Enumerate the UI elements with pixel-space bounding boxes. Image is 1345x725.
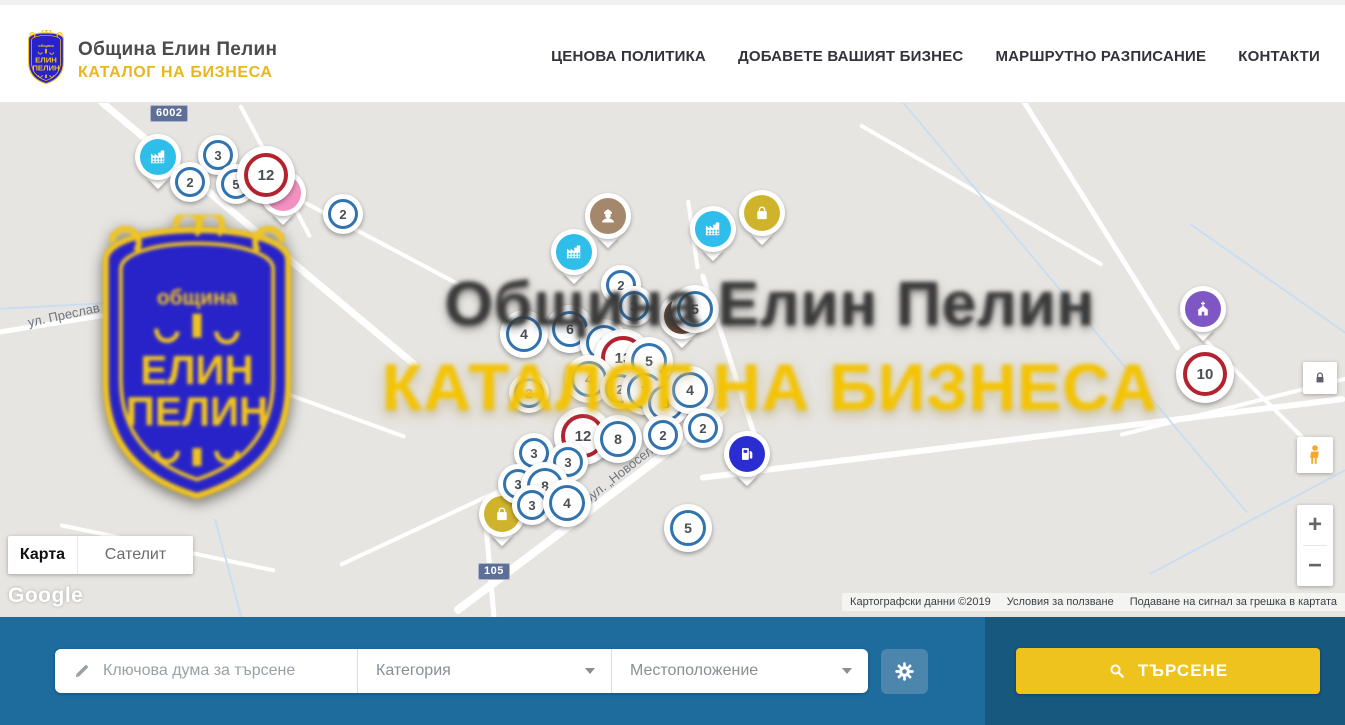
map-attribution: Картографски данни ©2019 Условия за ползв… xyxy=(842,593,1345,611)
church-icon xyxy=(1185,291,1221,327)
svg-text:ПЕЛИН: ПЕЛИН xyxy=(126,389,268,435)
cluster-count: 10 xyxy=(1183,352,1227,396)
map-road xyxy=(0,284,287,336)
cluster-count: 2 xyxy=(328,199,358,229)
svg-text:община: община xyxy=(38,43,54,48)
road-number-badge: 105 xyxy=(478,563,510,580)
marker-cluster[interactable]: 5 xyxy=(664,504,712,552)
cluster-count: 4 xyxy=(672,372,708,408)
marker-cluster[interactable]: 10 xyxy=(1176,345,1234,403)
nav-item[interactable]: ЦЕНОВА ПОЛИТИКА xyxy=(551,48,706,65)
svg-text:ЕЛИН: ЕЛИН xyxy=(140,347,253,393)
map-road xyxy=(179,353,406,439)
factory-icon xyxy=(140,139,176,175)
search-button-label: ТЪРСЕНЕ xyxy=(1138,661,1228,681)
category-select[interactable]: Категория xyxy=(358,649,612,693)
zoom-out-button[interactable]: − xyxy=(1297,546,1333,586)
factory-icon xyxy=(556,234,592,270)
cluster-count: 8 xyxy=(600,421,636,457)
attribution-text: Картографски данни ©2019 xyxy=(850,596,991,608)
marker-cluster[interactable]: 4 xyxy=(666,366,714,414)
chevron-down-icon xyxy=(585,668,595,674)
marker-cluster[interactable]: 2 xyxy=(643,415,683,455)
cluster-count: 4 xyxy=(506,316,542,352)
page: община ЕЛИН ПЕЛИН Община Елин Пелин КАТА… xyxy=(0,0,1345,725)
watermark-title: Община Елин Пелин xyxy=(330,269,1210,340)
cluster-count: 4 xyxy=(549,485,585,521)
factory-icon xyxy=(695,211,731,247)
advanced-settings-button[interactable] xyxy=(881,649,928,694)
chevron-down-icon xyxy=(842,668,852,674)
location-select[interactable]: Местоположение xyxy=(612,649,868,693)
search-icon xyxy=(1108,662,1126,680)
marker-cluster[interactable]: 8 xyxy=(594,415,642,463)
pegman-button[interactable] xyxy=(1297,437,1333,473)
cluster-count: 2 xyxy=(514,378,544,408)
emblem-icon: община ЕЛИН ПЕЛИН xyxy=(24,30,68,86)
map-type-map-button[interactable]: Карта xyxy=(8,536,78,574)
map-type-satellite-button[interactable]: Сателит xyxy=(78,536,193,574)
cluster-count: 2 xyxy=(175,167,205,197)
category-value: Категория xyxy=(376,662,451,680)
shopping-bag-icon xyxy=(744,195,780,231)
marker-cluster[interactable]: 2 xyxy=(509,373,549,413)
marker-cluster[interactable]: 3 xyxy=(614,286,654,326)
marker-cluster[interactable]: 2 xyxy=(683,408,723,448)
zoom-control: + − xyxy=(1297,505,1333,586)
site-logo-emblem[interactable]: община ЕЛИН ПЕЛИН xyxy=(24,30,68,86)
nav-item[interactable]: ДОБАВЕТЕ ВАШИЯТ БИЗНЕС xyxy=(738,48,963,65)
map-road xyxy=(700,396,1345,481)
attribution-link[interactable]: Подаване на сигнал за грешка в картата xyxy=(1130,596,1337,608)
gear-icon xyxy=(893,660,916,683)
pencil-icon xyxy=(73,662,91,680)
cluster-count: 12 xyxy=(244,153,288,197)
svg-text:ПЕЛИН: ПЕЛИН xyxy=(32,63,60,72)
keyword-section xyxy=(55,649,358,693)
nav-item[interactable]: МАРШРУТНО РАЗПИСАНИЕ xyxy=(995,48,1206,65)
map-pin-fuel[interactable] xyxy=(724,431,770,477)
cluster-count: 5 xyxy=(670,510,706,546)
marker-cluster[interactable]: 2 xyxy=(323,194,363,234)
marker-cluster[interactable]: 4 xyxy=(500,310,548,358)
cluster-count: 2 xyxy=(688,413,718,443)
cluster-count: 2 xyxy=(648,420,678,450)
header: община ЕЛИН ПЕЛИН Община Елин Пелин КАТА… xyxy=(0,0,1345,103)
road-number-badge: 6002 xyxy=(150,105,188,122)
map-pin-shopping-bag[interactable] xyxy=(739,190,785,236)
location-value: Местоположение xyxy=(630,662,758,680)
attribution-link[interactable]: Условия за ползване xyxy=(1007,596,1114,608)
zoom-in-button[interactable]: + xyxy=(1297,505,1333,545)
main-nav: ЦЕНОВА ПОЛИТИКА ДОБАВЕТЕ ВАШИЯТ БИЗНЕС МАР… xyxy=(551,5,1320,108)
marker-cluster[interactable]: 5 xyxy=(671,285,719,333)
keyword-input[interactable] xyxy=(103,662,357,680)
map-pin-factory[interactable] xyxy=(551,229,597,275)
site-subtitle: КАТАЛОГ НА БИЗНЕСА xyxy=(78,64,277,82)
search-panel: Категория Местоположение ТЪРСЕНЕ xyxy=(0,617,1345,725)
google-logo[interactable]: Google xyxy=(8,584,83,608)
search-button[interactable]: ТЪРСЕНЕ xyxy=(1016,648,1320,694)
map-canvas[interactable]: ул. Преславбул. „Новоселци“6002105 xyxy=(0,103,1345,617)
marker-cluster[interactable]: 4 xyxy=(543,479,591,527)
map-road xyxy=(0,295,245,310)
site-title: Община Елин Пелин xyxy=(78,39,277,61)
watermark-subtitle: КАТАЛОГ НА БИЗНЕСА xyxy=(330,349,1210,425)
map-pin-factory[interactable] xyxy=(690,206,736,252)
cluster-count: 3 xyxy=(619,291,649,321)
svg-text:ЕЛИН: ЕЛИН xyxy=(35,55,57,64)
marker-cluster[interactable]: 12 xyxy=(237,146,295,204)
fuel-icon xyxy=(729,436,765,472)
site-titles: Община Елин Пелин КАТАЛОГ НА БИЗНЕСА xyxy=(78,39,277,82)
search-form: Категория Местоположение xyxy=(55,649,868,693)
nav-item[interactable]: КОНТАКТИ xyxy=(1238,48,1320,65)
marker-cluster[interactable]: 2 xyxy=(170,162,210,202)
lock-icon xyxy=(1312,370,1328,386)
map-type-control: Карта Сателит xyxy=(8,536,193,574)
map-pin-church[interactable] xyxy=(1180,286,1226,332)
lock-button[interactable] xyxy=(1303,362,1337,394)
pegman-icon xyxy=(1303,443,1327,467)
cluster-count: 5 xyxy=(677,291,713,327)
